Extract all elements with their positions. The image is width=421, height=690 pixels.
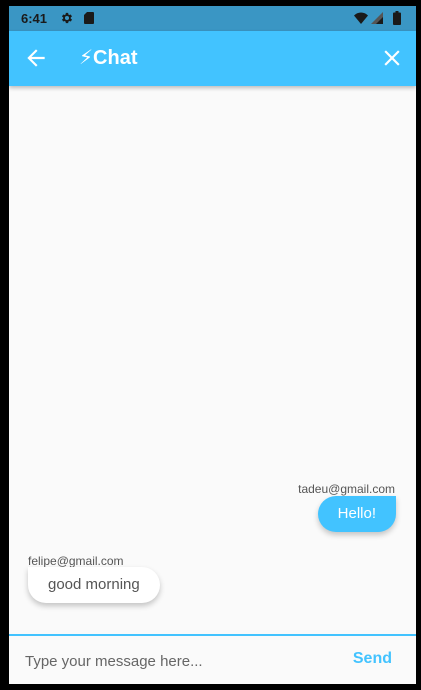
status-bar: 6:41 — [9, 6, 416, 31]
close-icon[interactable] — [379, 45, 405, 71]
phone-screen: 6:41 ⚡Chat tadeu@gmail.com Hello! felipe… — [9, 6, 416, 684]
status-time: 6:41 — [21, 11, 48, 26]
sent-message-bubble: Hello! — [317, 496, 396, 532]
message-composer: Send — [9, 634, 416, 684]
sd-card-icon — [84, 12, 94, 24]
message-input[interactable] — [23, 644, 327, 678]
gear-icon — [61, 12, 73, 24]
message-list: tadeu@gmail.com Hello! felipe@gmail.com … — [9, 86, 416, 634]
message-sender: felipe@gmail.com — [28, 554, 124, 568]
battery-icon — [393, 11, 401, 25]
page-title: ⚡Chat — [79, 47, 138, 69]
signal-icon — [371, 12, 383, 24]
message-sender: tadeu@gmail.com — [298, 482, 395, 496]
received-message-bubble: good morning — [28, 567, 160, 603]
wifi-icon — [354, 12, 368, 24]
send-button[interactable]: Send — [353, 650, 392, 668]
app-bar: ⚡Chat — [9, 31, 416, 86]
arrow-left-icon[interactable] — [23, 45, 49, 71]
